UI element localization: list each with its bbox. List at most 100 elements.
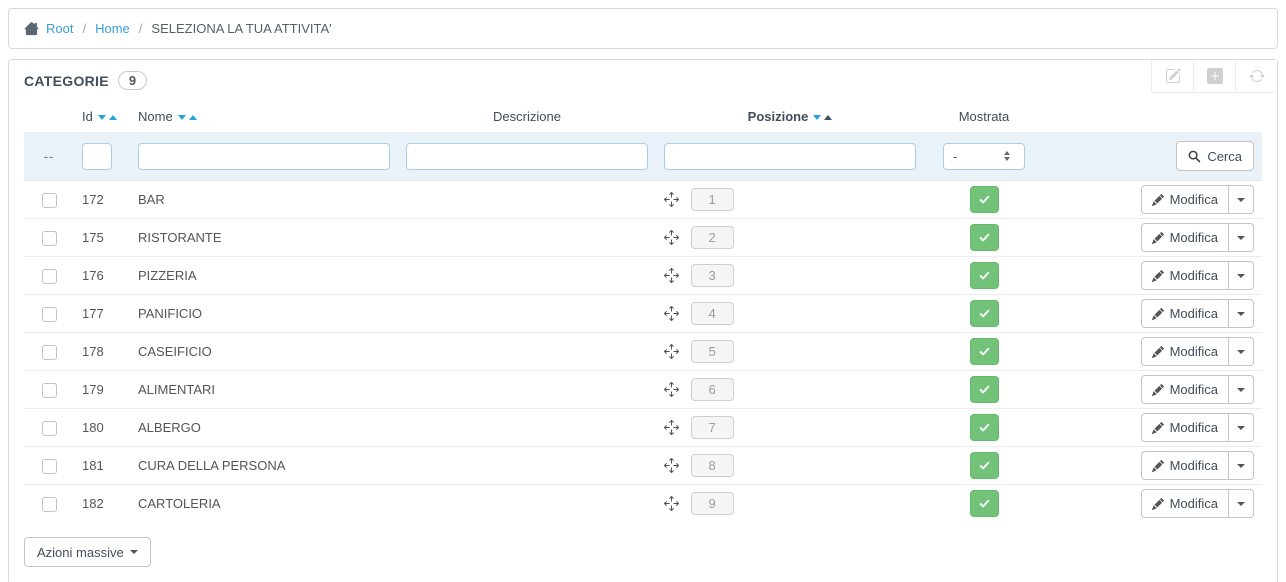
row-checkbox[interactable] xyxy=(41,496,57,512)
row-actions-dropdown[interactable] xyxy=(1228,413,1254,442)
filter-mostrata-select[interactable]: - xyxy=(943,142,1025,170)
pencil-icon xyxy=(1151,383,1164,396)
categories-panel: CATEGORIE 9 Id Nome Descrizione Posizion… xyxy=(8,59,1278,582)
row-actions-dropdown[interactable] xyxy=(1228,185,1254,214)
table-row: 181 CURA DELLA PERSONA 8 Modifica xyxy=(24,446,1262,485)
breadcrumb-root-link[interactable]: Root xyxy=(46,21,73,36)
row-description xyxy=(398,295,656,333)
edit-row-label: Modifica xyxy=(1169,192,1218,207)
row-id: 178 xyxy=(82,344,104,359)
move-icon[interactable] xyxy=(664,268,679,283)
edit-row-button[interactable]: Modifica xyxy=(1140,375,1228,404)
row-actions-dropdown[interactable] xyxy=(1228,337,1254,366)
enabled-toggle-button[interactable] xyxy=(969,376,999,403)
categories-table: Id Nome Descrizione Posizione Mostrata -… xyxy=(24,101,1262,522)
caret-down-icon xyxy=(1237,387,1245,392)
position-value: 4 xyxy=(690,302,734,325)
edit-row-button[interactable]: Modifica xyxy=(1140,337,1228,366)
breadcrumb-separator: / xyxy=(82,21,87,36)
row-description xyxy=(398,447,656,485)
enabled-toggle-button[interactable] xyxy=(969,224,999,251)
sort-arrows-icon[interactable] xyxy=(813,115,833,120)
check-icon xyxy=(978,383,991,396)
sort-arrows-icon[interactable] xyxy=(97,115,117,120)
caret-down-icon xyxy=(129,550,138,554)
edit-row-button[interactable]: Modifica xyxy=(1140,451,1228,480)
edit-row-button[interactable]: Modifica xyxy=(1140,261,1228,290)
position-value: 8 xyxy=(690,454,734,477)
row-actions: Modifica xyxy=(1140,413,1254,442)
move-icon[interactable] xyxy=(664,420,679,435)
pencil-icon xyxy=(1151,345,1164,358)
filter-id-input[interactable] xyxy=(82,142,112,170)
row-name: RISTORANTE xyxy=(138,230,222,245)
move-icon[interactable] xyxy=(664,306,679,321)
enabled-toggle-button[interactable] xyxy=(969,186,999,213)
edit-row-button[interactable]: Modifica xyxy=(1140,299,1228,328)
edit-row-label: Modifica xyxy=(1169,382,1218,397)
filter-nome-input[interactable] xyxy=(138,142,390,170)
caret-down-icon xyxy=(1237,349,1245,354)
pencil-icon xyxy=(1151,459,1164,472)
home-icon xyxy=(24,21,39,36)
filter-descrizione-input[interactable] xyxy=(406,142,648,170)
row-actions-dropdown[interactable] xyxy=(1228,261,1254,290)
row-checkbox[interactable] xyxy=(41,344,57,360)
move-icon[interactable] xyxy=(664,458,679,473)
row-checkbox[interactable] xyxy=(41,420,57,436)
enabled-toggle-button[interactable] xyxy=(969,262,999,289)
filter-posizione-input[interactable] xyxy=(664,142,916,170)
row-checkbox[interactable] xyxy=(41,230,57,246)
bulk-actions-button[interactable]: Azioni massive xyxy=(24,537,151,567)
row-checkbox[interactable] xyxy=(41,458,57,474)
row-checkbox[interactable] xyxy=(41,268,57,284)
heading-actions xyxy=(1151,60,1277,93)
row-actions-dropdown[interactable] xyxy=(1228,375,1254,404)
edit-row-button[interactable]: Modifica xyxy=(1140,223,1228,252)
refresh-button[interactable] xyxy=(1235,60,1277,93)
caret-down-icon xyxy=(1237,235,1245,240)
move-icon[interactable] xyxy=(664,230,679,245)
enabled-toggle-button[interactable] xyxy=(969,300,999,327)
edit-row-button[interactable]: Modifica xyxy=(1140,413,1228,442)
row-description xyxy=(398,409,656,447)
move-icon[interactable] xyxy=(664,192,679,207)
refresh-icon xyxy=(1248,68,1265,84)
row-actions-dropdown[interactable] xyxy=(1228,451,1254,480)
add-category-button[interactable] xyxy=(1193,60,1235,93)
search-icon xyxy=(1188,150,1201,163)
row-actions: Modifica xyxy=(1140,299,1254,328)
edit-row-button[interactable]: Modifica xyxy=(1140,185,1228,214)
enabled-toggle-button[interactable] xyxy=(969,338,999,365)
row-checkbox[interactable] xyxy=(41,382,57,398)
row-name: PANIFICIO xyxy=(138,306,203,321)
edit-row-button[interactable]: Modifica xyxy=(1140,489,1228,518)
edit-mode-button[interactable] xyxy=(1151,60,1193,93)
pencil-icon xyxy=(1151,421,1164,434)
enabled-toggle-button[interactable] xyxy=(969,414,999,441)
row-actions-dropdown[interactable] xyxy=(1228,223,1254,252)
caret-down-icon xyxy=(1237,501,1245,506)
enabled-toggle-button[interactable] xyxy=(969,452,999,479)
row-actions-dropdown[interactable] xyxy=(1228,299,1254,328)
move-icon[interactable] xyxy=(664,382,679,397)
row-checkbox[interactable] xyxy=(41,306,57,322)
caret-down-icon xyxy=(1237,425,1245,430)
move-icon[interactable] xyxy=(664,344,679,359)
pencil-icon xyxy=(1151,193,1164,206)
column-header-nome[interactable]: Nome xyxy=(130,101,398,132)
row-checkbox[interactable] xyxy=(41,192,57,208)
row-name: PIZZERIA xyxy=(138,268,197,283)
column-header-posizione[interactable]: Posizione xyxy=(656,101,924,132)
row-id: 172 xyxy=(82,192,104,207)
breadcrumb-home-link[interactable]: Home xyxy=(95,21,130,36)
pencil-icon xyxy=(1151,231,1164,244)
caret-down-icon xyxy=(1237,197,1245,202)
row-actions-dropdown[interactable] xyxy=(1228,489,1254,518)
search-button[interactable]: Cerca xyxy=(1176,141,1254,171)
move-icon[interactable] xyxy=(664,496,679,511)
column-header-id[interactable]: Id xyxy=(74,101,130,132)
table-header-row: Id Nome Descrizione Posizione Mostrata xyxy=(24,101,1262,132)
enabled-toggle-button[interactable] xyxy=(969,490,999,517)
sort-arrows-icon[interactable] xyxy=(177,115,197,120)
